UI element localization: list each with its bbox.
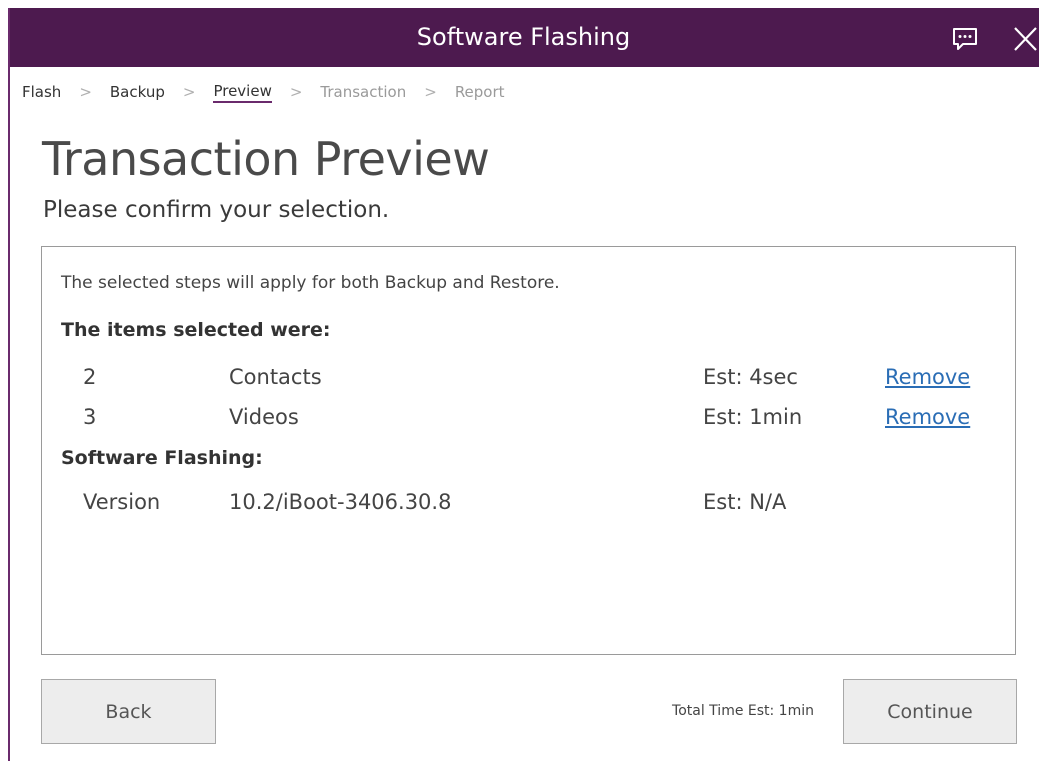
- version-value: 10.2/iBoot-3406.30.8: [229, 490, 452, 514]
- close-icon[interactable]: [1010, 24, 1039, 54]
- window-left-border: [8, 8, 10, 761]
- version-label: Version: [83, 490, 161, 514]
- total-time-estimate: Total Time Est: 1min: [672, 703, 814, 719]
- version-estimate: Est: N/A: [703, 490, 787, 514]
- window-title: Software Flashing: [416, 23, 631, 51]
- breadcrumb-separator: >: [289, 83, 303, 101]
- version-row: Version 10.2/iBoot-3406.30.8 Est: N/A: [42, 490, 1017, 520]
- chat-bubble-icon[interactable]: [950, 26, 980, 52]
- breadcrumb-separator: >: [182, 83, 196, 101]
- remove-contacts-link[interactable]: Remove: [885, 365, 970, 389]
- software-flashing-window: Software Flashing Flash > Backup > Previ…: [0, 0, 1039, 761]
- item-count: 3: [83, 405, 97, 429]
- list-item: 3 Videos Est: 1min Remove: [42, 405, 1017, 435]
- breadcrumb-item-preview[interactable]: Preview: [213, 82, 272, 103]
- item-name: Contacts: [229, 365, 322, 389]
- items-heading: The items selected were:: [61, 319, 331, 341]
- breadcrumb-item-flash[interactable]: Flash: [22, 83, 61, 101]
- breadcrumb-item-report: Report: [454, 83, 505, 101]
- continue-button[interactable]: Continue: [843, 679, 1017, 744]
- list-item: 2 Contacts Est: 4sec Remove: [42, 365, 1017, 395]
- breadcrumb: Flash > Backup > Preview > Transaction >…: [22, 80, 505, 104]
- intro-text: The selected steps will apply for both B…: [61, 273, 560, 293]
- page-title: Transaction Preview: [42, 132, 490, 186]
- back-button[interactable]: Back: [41, 679, 216, 744]
- breadcrumb-separator: >: [424, 83, 437, 101]
- breadcrumb-item-backup[interactable]: Backup: [110, 83, 165, 101]
- remove-videos-link[interactable]: Remove: [885, 405, 970, 429]
- breadcrumb-separator: >: [79, 83, 92, 101]
- flashing-heading: Software Flashing:: [61, 447, 263, 469]
- item-count: 2: [83, 365, 97, 389]
- selection-summary-panel: The selected steps will apply for both B…: [41, 246, 1016, 655]
- item-estimate: Est: 1min: [703, 405, 803, 429]
- item-name: Videos: [229, 405, 299, 429]
- page-subtitle: Please confirm your selection.: [43, 197, 390, 223]
- title-bar: Software Flashing: [8, 8, 1039, 67]
- breadcrumb-item-transaction: Transaction: [320, 83, 407, 101]
- item-estimate: Est: 4sec: [703, 365, 798, 389]
